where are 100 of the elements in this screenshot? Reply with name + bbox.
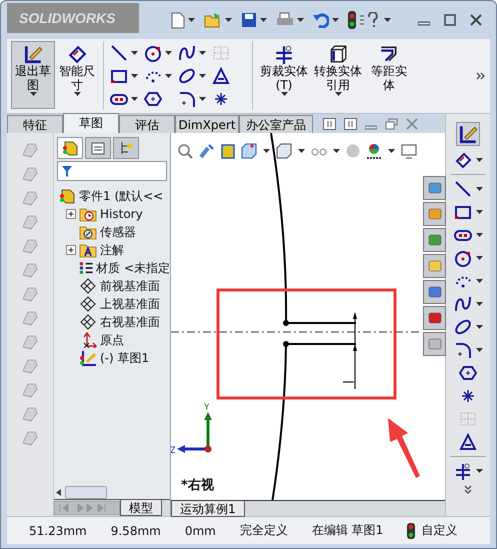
ribbon-command[interactable]: 剪裁实体(T) [257,41,311,109]
ribbon-command[interactable]: 等距实体 [365,41,413,109]
monitor-icon[interactable] [401,143,417,159]
feature-tree-tab[interactable] [57,137,83,159]
view-orientation-icon[interactable] [241,143,257,159]
tree-item-label[interactable]: 材质 <未指定 [96,260,170,276]
dropdown-caret-icon[interactable] [476,187,482,191]
dropdown-caret-icon[interactable] [263,149,270,153]
dropdown-caret-icon[interactable] [476,233,482,237]
property-tab[interactable] [85,137,111,159]
motion-study-tab[interactable]: 运动算例1 [171,501,245,517]
ribbon-tab[interactable]: 评估 [119,115,175,133]
dropdown-caret-icon[interactable] [225,18,232,22]
scroll-left-icon[interactable] [56,488,61,496]
task-pane-tab[interactable] [423,306,446,330]
dropdown-caret-icon[interactable] [384,18,391,22]
ribbon-tab[interactable]: 特征 [7,115,63,133]
task-pane-tab[interactable] [423,228,446,252]
dropdown-caret-icon[interactable] [334,92,342,96]
display-style-icon[interactable] [276,143,292,159]
scissors-icon [454,462,472,480]
polygon-tool-icon [144,90,162,108]
dropdown-caret-icon[interactable] [298,149,305,153]
dropdown-caret-icon[interactable] [199,50,206,54]
dropdown-caret-icon[interactable] [332,18,339,22]
filter-field[interactable] [57,161,167,181]
ribbon-command[interactable]: 退出草图 [11,41,55,109]
tree-item-label[interactable]: 上视基准面 [100,296,160,312]
new-document-icon[interactable] [171,12,185,28]
scene-icon[interactable] [366,143,382,159]
tile-left-icon[interactable] [323,118,336,130]
config-tab[interactable] [113,137,139,159]
tree-item-label[interactable]: 零件1 (默认<< [79,188,164,204]
task-pane-tab[interactable] [423,332,446,356]
scrollbar-thumb[interactable] [65,486,107,498]
task-pane-tab[interactable] [423,254,446,278]
zoom-icon[interactable] [177,143,193,159]
traffic-light-icon[interactable] [348,11,356,29]
tree-item-label[interactable]: 注解 [100,242,124,258]
dropdown-caret-icon[interactable] [333,149,340,153]
previous-view-icon[interactable] [199,143,215,159]
dropdown-caret-icon[interactable] [476,469,482,473]
dropdown-caret-icon[interactable] [476,279,482,283]
dropdown-caret-icon[interactable] [476,158,482,162]
dropdown-caret-icon[interactable] [297,18,304,22]
tree-item-label[interactable]: 原点 [100,332,124,348]
dropdown-caret-icon[interactable] [165,50,172,54]
dropdown-caret-icon[interactable] [476,348,482,352]
point-tool-icon [459,387,477,405]
more-chevron-icon[interactable] [464,485,472,495]
dropdown-caret-icon[interactable] [476,256,482,260]
tree-item-label[interactable]: 右视基准面 [100,314,160,330]
printer-icon[interactable] [276,12,294,28]
ribbon-tab[interactable]: DimXpert [175,115,239,133]
restore-icon[interactable] [385,118,398,130]
ribbon-tab[interactable]: 草图 [63,113,119,133]
dropdown-caret-icon[interactable] [74,92,80,96]
dropdown-caret-icon[interactable] [199,96,206,100]
tile-right-icon[interactable] [344,118,357,130]
more-chevron-icon[interactable] [476,72,486,80]
axis-label: Y [204,403,210,413]
section-view-icon[interactable] [221,143,235,159]
tree-item-label[interactable]: 传感器 [100,224,136,240]
spline-tool-icon [178,44,196,62]
task-pane-tab[interactable] [423,176,446,200]
expand-icon[interactable] [66,245,76,255]
plane-icon [79,278,97,294]
status-text: 0mm [184,524,216,538]
task-pane-tab[interactable] [423,280,446,304]
material-list-icon [78,260,94,276]
ribbon-command[interactable]: 智能尺寸 [55,41,99,109]
model-tab[interactable]: 模型 [120,500,162,516]
dropdown-caret-icon[interactable] [476,302,482,306]
close-icon[interactable] [470,14,482,26]
dropdown-caret-icon[interactable] [476,210,482,214]
save-icon[interactable] [241,12,257,28]
dropdown-caret-icon[interactable] [199,74,206,78]
help-icon[interactable] [359,12,381,28]
expand-icon[interactable] [66,209,76,219]
dropdown-caret-icon[interactable] [280,92,288,96]
dropdown-caret-icon[interactable] [131,74,138,78]
traffic-light-icon[interactable] [407,522,416,538]
units-menu[interactable]: 自定义 [421,522,458,539]
ribbon-command[interactable]: 转换实体引用 [311,41,365,109]
dropdown-caret-icon[interactable] [131,50,138,54]
dropdown-caret-icon[interactable] [131,96,138,100]
circle-tool-icon [454,249,472,267]
task-pane-tab[interactable] [423,202,446,226]
dropdown-caret-icon[interactable] [476,325,482,329]
dropdown-caret-icon[interactable] [165,74,172,78]
tree-item-label[interactable]: (-) 草图1 [100,350,150,366]
dropdown-caret-icon[interactable] [260,18,267,22]
tree-item-label[interactable]: 前视基准面 [100,278,160,294]
dropdown-caret-icon[interactable] [188,18,195,22]
tree-item-label[interactable]: History [100,207,143,221]
maximize-icon[interactable] [444,14,456,26]
undo-icon[interactable] [313,12,329,28]
ribbon-tab[interactable]: 办公室产品 [239,115,313,133]
dropdown-caret-icon[interactable] [30,92,36,96]
dropdown-caret-icon[interactable] [388,149,395,153]
